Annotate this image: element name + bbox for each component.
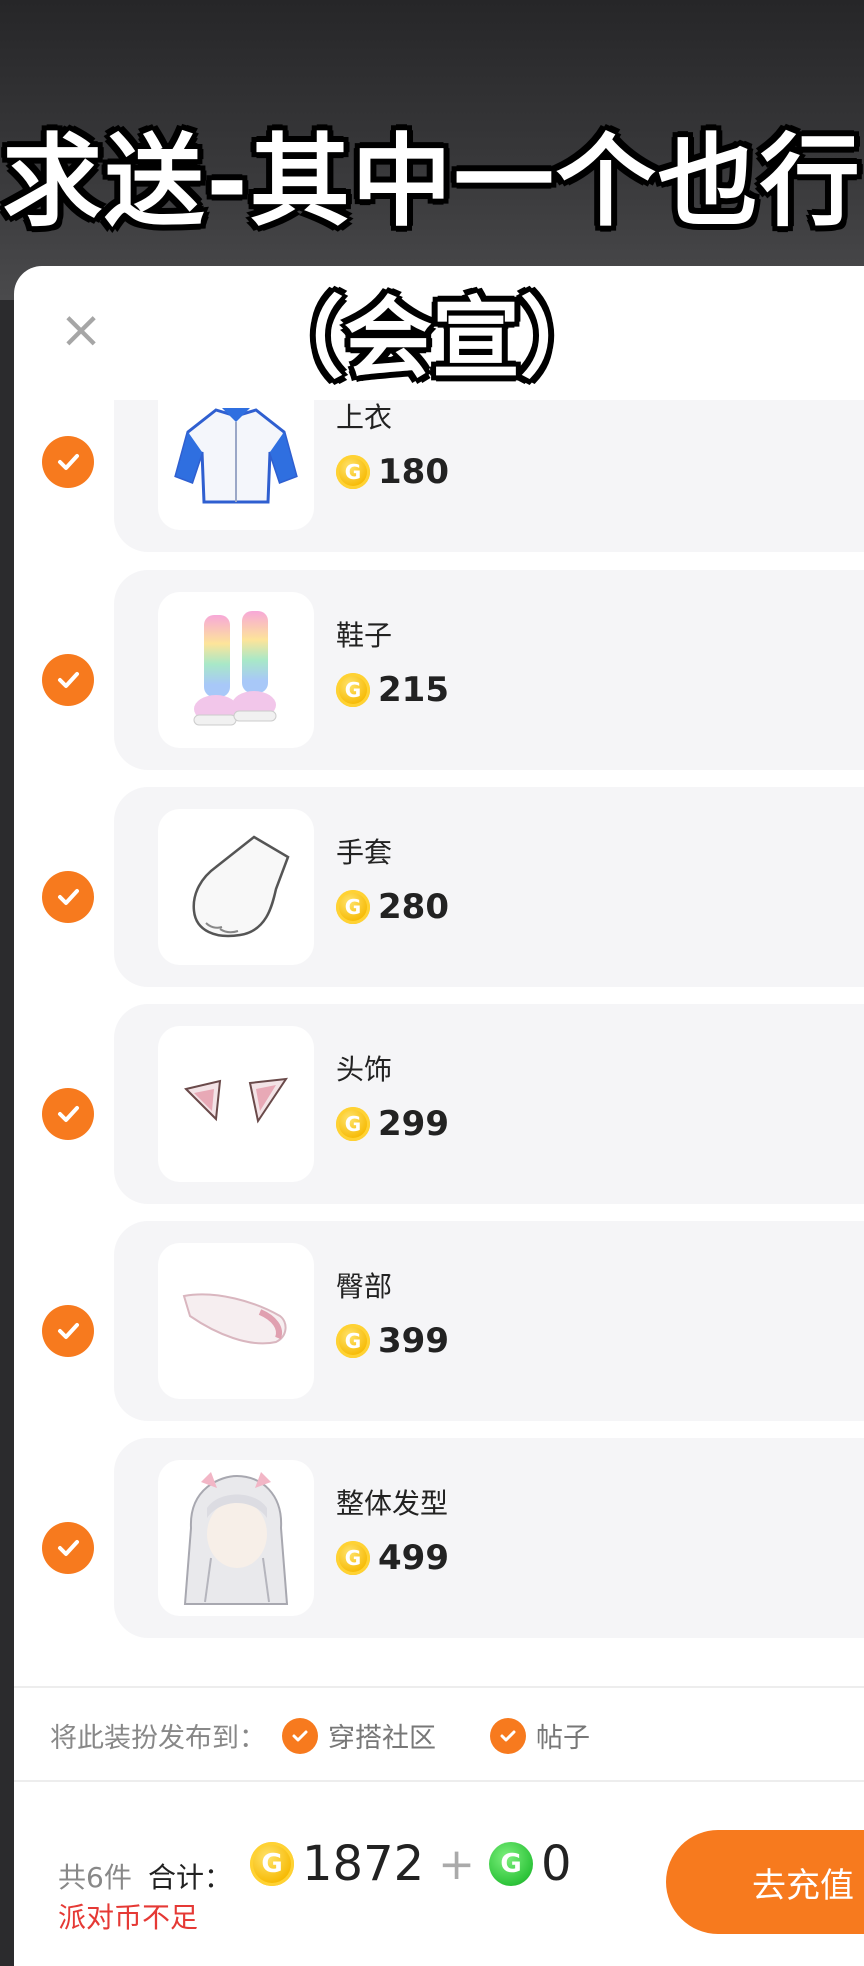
gold-coin-icon: G xyxy=(336,673,370,707)
item-check-icon[interactable] xyxy=(42,871,94,923)
item-price-value: 215 xyxy=(378,670,449,710)
publish-option-community[interactable]: 穿搭社区 xyxy=(282,1716,436,1755)
total-sum: G 1872 + G 0 xyxy=(250,1836,572,1892)
gold-total: 1872 xyxy=(302,1836,425,1892)
gold-coin-icon: G xyxy=(336,1107,370,1141)
gold-coin-icon: G xyxy=(336,890,370,924)
item-price-value: 299 xyxy=(378,1104,449,1144)
item-price: G 180 xyxy=(336,452,449,492)
item-card[interactable]: 手套 G 280 xyxy=(114,787,864,987)
item-price-value: 180 xyxy=(378,452,449,492)
insufficient-warning: 派对币不足 xyxy=(58,1901,199,1934)
item-price: G 299 xyxy=(336,1104,449,1144)
item-name: 臀部 xyxy=(336,1270,393,1303)
gold-coin-icon: G xyxy=(336,1324,370,1358)
check-icon xyxy=(282,1717,318,1754)
recharge-button[interactable]: 去充值 xyxy=(666,1830,864,1934)
plus-sign: + xyxy=(438,1838,476,1890)
green-coin-icon: G xyxy=(489,1842,534,1886)
socks-shoes-icon xyxy=(158,592,314,748)
divider xyxy=(14,1780,864,1782)
overlay-caption-sub: （会宣） xyxy=(255,287,608,390)
cat-ears-icon xyxy=(158,1026,314,1182)
item-check-icon[interactable] xyxy=(42,1088,94,1140)
jacket-icon xyxy=(158,400,314,530)
list-item: 整体发型 G 499 xyxy=(0,1438,864,1638)
item-check-icon[interactable] xyxy=(42,1522,94,1574)
glove-icon xyxy=(158,809,314,965)
item-price: G 280 xyxy=(336,887,449,927)
tail-icon xyxy=(158,1243,314,1399)
publish-label: 将此装扮发布到： xyxy=(50,1723,266,1754)
total-label: 合计： xyxy=(148,1861,233,1894)
list-item: 臀部 G 399 xyxy=(0,1221,864,1421)
green-total: 0 xyxy=(541,1836,572,1892)
item-count: 共6件 xyxy=(58,1861,132,1894)
item-price: G 499 xyxy=(336,1538,449,1578)
gold-coin-icon: G xyxy=(336,455,370,489)
check-icon xyxy=(490,1717,526,1754)
publish-targets: 将此装扮发布到： 穿搭社区 帖子 xyxy=(50,1716,590,1755)
item-price-value: 280 xyxy=(378,887,449,927)
item-price: G 215 xyxy=(336,670,449,710)
item-name: 整体发型 xyxy=(336,1487,449,1520)
item-check-icon[interactable] xyxy=(42,436,94,488)
item-list[interactable]: 上衣 G 180 鞋子 G 215 手套 G 280 头饰 G 299 臀部 G… xyxy=(0,400,864,1640)
gold-coin-icon: G xyxy=(336,1541,370,1575)
item-card[interactable]: 上衣 G 180 xyxy=(114,400,864,552)
publish-option-label: 帖子 xyxy=(536,1723,590,1754)
item-card[interactable]: 臀部 G 399 xyxy=(114,1221,864,1421)
list-item: 头饰 G 299 xyxy=(0,1004,864,1204)
hairstyle-icon xyxy=(158,1460,314,1616)
list-item: 手套 G 280 xyxy=(0,787,864,987)
publish-option-label: 穿搭社区 xyxy=(328,1723,436,1754)
overlay-caption: 求送-其中一个也行 xyxy=(2,123,862,240)
item-price-value: 499 xyxy=(378,1538,449,1578)
item-card[interactable]: 整体发型 G 499 xyxy=(114,1438,864,1638)
gold-coin-icon: G xyxy=(250,1842,294,1886)
list-item: 上衣 G 180 xyxy=(0,400,864,552)
item-check-icon[interactable] xyxy=(42,1305,94,1357)
item-name: 头饰 xyxy=(336,1053,393,1086)
item-name: 鞋子 xyxy=(336,619,393,652)
item-name: 上衣 xyxy=(336,401,393,434)
item-card[interactable]: 头饰 G 299 xyxy=(114,1004,864,1204)
item-card[interactable]: 鞋子 G 215 xyxy=(114,570,864,770)
list-item: 鞋子 G 215 xyxy=(0,570,864,770)
item-price: G 399 xyxy=(336,1321,449,1361)
item-name: 手套 xyxy=(336,836,393,869)
publish-option-post[interactable]: 帖子 xyxy=(490,1716,590,1755)
divider xyxy=(14,1686,864,1688)
item-price-value: 399 xyxy=(378,1321,449,1361)
item-check-icon[interactable] xyxy=(42,654,94,706)
